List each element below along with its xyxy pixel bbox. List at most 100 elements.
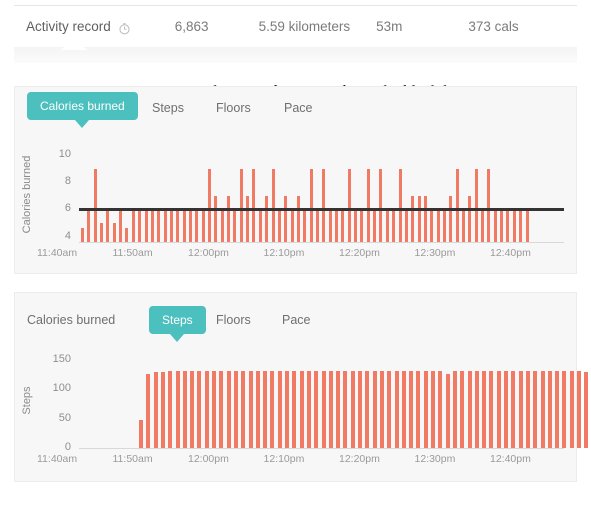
bar <box>303 209 307 242</box>
x-axis-line <box>79 242 564 243</box>
bar <box>379 168 383 242</box>
bar <box>442 209 446 242</box>
bar <box>474 168 478 242</box>
bar <box>270 370 275 448</box>
bar <box>197 371 202 448</box>
x-axis-tick: 11:50am <box>112 453 153 465</box>
y-axis-label: Calories burned <box>21 155 33 234</box>
bar <box>431 371 435 448</box>
bar <box>518 371 523 448</box>
bar <box>343 371 348 448</box>
bar <box>125 228 129 242</box>
bar <box>467 371 472 448</box>
x-axis-tick: 12:00pm <box>188 453 229 465</box>
bar <box>506 210 510 242</box>
calories-burned-chart: Calories burned 4 6 8 10 11:40am 11:50am 12:00p… <box>15 87 576 273</box>
header-shadow-strip <box>14 47 577 63</box>
bar <box>233 371 238 448</box>
y-axis-tick: 50 <box>58 411 71 424</box>
bar <box>525 210 529 242</box>
bar <box>284 195 288 242</box>
bar <box>379 371 384 448</box>
bar <box>306 370 311 448</box>
bar <box>512 209 516 242</box>
bar <box>487 168 491 242</box>
bar <box>562 371 567 448</box>
bar <box>175 371 180 448</box>
bar <box>255 370 260 448</box>
bar <box>394 371 399 448</box>
bar <box>212 371 216 448</box>
steps-panel: Calories burned Steps Floors Pace Steps 0… <box>14 292 589 482</box>
header-pointer <box>60 40 88 50</box>
bar <box>87 209 91 242</box>
bar <box>569 371 574 448</box>
x-axis-tick: 11:40am <box>37 453 78 465</box>
bar <box>511 371 516 448</box>
x-axis-tick: 11:50am <box>112 247 153 259</box>
y-axis-tick: 6 <box>64 202 71 215</box>
bar <box>438 371 443 448</box>
bar <box>336 371 341 448</box>
bar <box>163 209 167 242</box>
x-axis-tick: 12:40pm <box>490 247 531 259</box>
y-axis-tick: 0 <box>64 441 71 453</box>
bar <box>449 195 453 242</box>
stat-active-minutes: 53m <box>376 19 403 34</box>
bar <box>248 371 253 448</box>
bar <box>493 210 497 242</box>
bar <box>290 209 294 242</box>
bar <box>169 209 173 242</box>
bar <box>219 371 224 448</box>
bar <box>387 371 392 448</box>
plot-area <box>79 353 589 448</box>
bar <box>157 210 161 242</box>
bar <box>328 209 332 242</box>
bar <box>584 371 589 448</box>
bar <box>220 209 224 242</box>
x-axis-tick: 12:30pm <box>414 453 456 465</box>
bar <box>146 374 151 448</box>
bar <box>519 210 523 242</box>
bar <box>263 370 268 448</box>
bar <box>360 209 364 242</box>
plot-area <box>79 147 564 242</box>
x-axis-tick: 11:40am <box>37 247 78 259</box>
bar <box>430 209 434 242</box>
bar <box>233 209 237 242</box>
bar <box>106 210 110 242</box>
bar <box>436 210 440 242</box>
bar <box>496 371 501 448</box>
bar <box>241 371 246 448</box>
bar <box>201 209 205 242</box>
x-axis-tick: 12:40pm <box>490 453 531 465</box>
x-axis-tick: 12:00pm <box>188 247 229 259</box>
bar <box>489 371 494 448</box>
bar <box>358 371 362 448</box>
x-axis-tick: 12:20pm <box>339 453 380 465</box>
bar <box>309 168 313 242</box>
bar <box>204 371 209 448</box>
bar <box>246 195 250 242</box>
bar <box>208 168 211 242</box>
bar <box>296 195 300 242</box>
bar <box>398 168 402 242</box>
bar <box>555 371 560 448</box>
bar <box>315 209 319 242</box>
bar <box>423 195 427 242</box>
bar <box>299 370 304 448</box>
bar <box>239 168 243 242</box>
bar <box>144 209 148 242</box>
bar <box>347 168 351 242</box>
bar <box>188 209 192 242</box>
bar <box>322 168 326 242</box>
bar <box>354 210 358 242</box>
bar <box>385 210 389 242</box>
x-axis-tick: 12:10pm <box>263 453 305 465</box>
stat-distance: 5.59 kilometers <box>258 19 351 34</box>
bar <box>540 371 545 448</box>
bar <box>100 223 104 242</box>
y-axis-tick: 8 <box>64 175 71 188</box>
bar <box>504 371 508 448</box>
bar <box>462 209 465 242</box>
